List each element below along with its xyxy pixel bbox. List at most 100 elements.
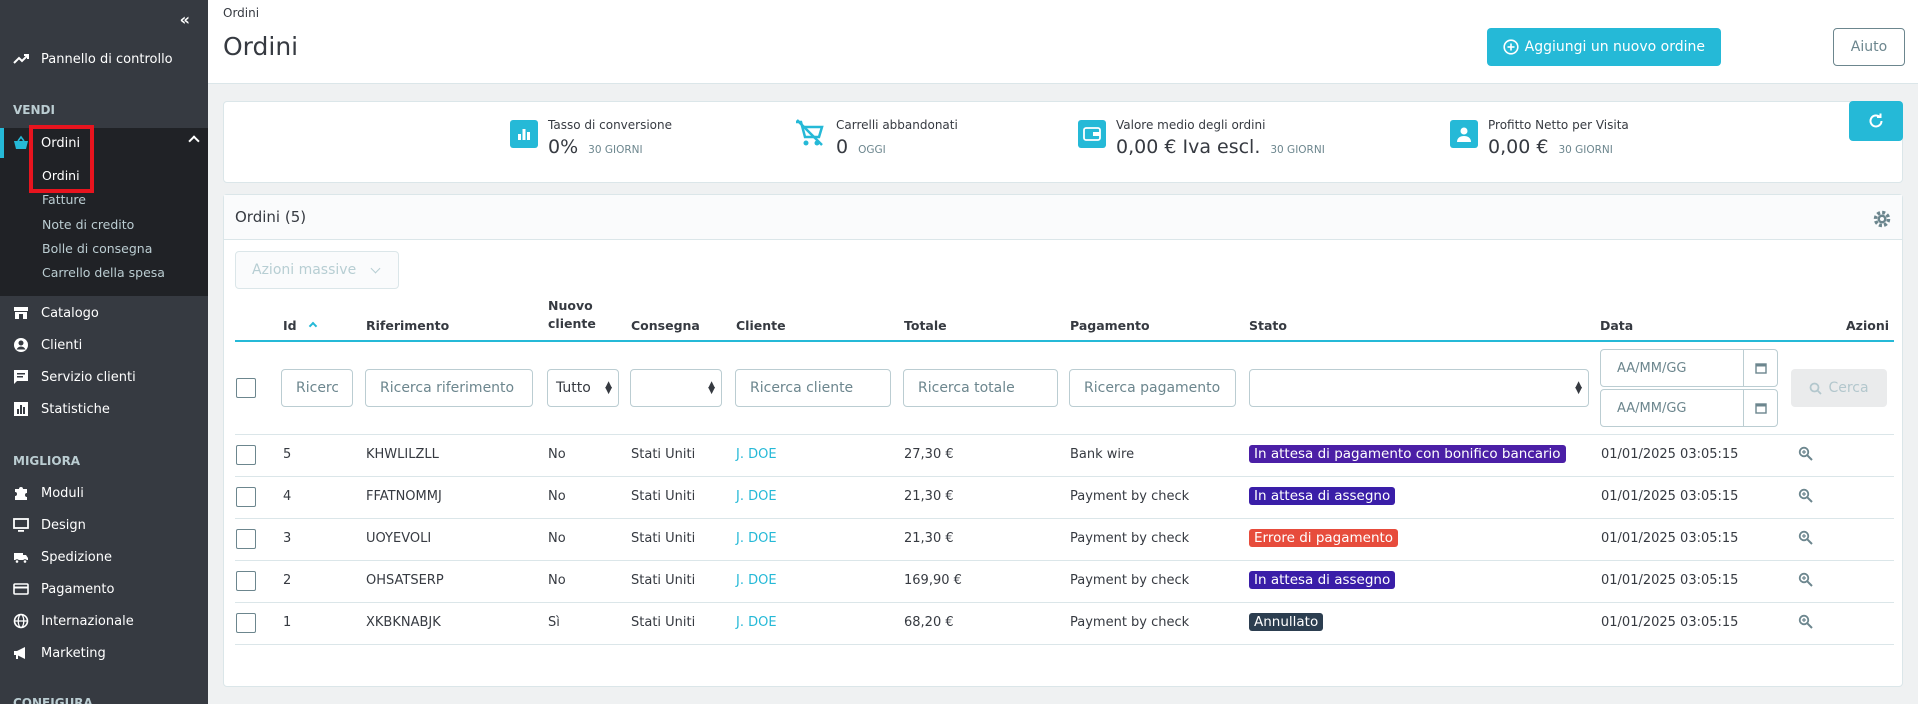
filter-new-customer-select[interactable]: Tutto ▲ ▼: [547, 369, 619, 407]
cell-delivery: Stati Uniti: [631, 615, 696, 630]
status-badge[interactable]: In attesa di pagamento con bonifico banc…: [1249, 445, 1566, 463]
row-checkbox[interactable]: [236, 529, 256, 549]
wallet-icon: [1078, 120, 1106, 148]
column-new-customer[interactable]: Nuovo cliente: [548, 298, 596, 331]
search-button[interactable]: Cerca: [1791, 369, 1887, 407]
refresh-icon: [1869, 113, 1883, 128]
column-date[interactable]: Data: [1600, 318, 1633, 333]
kpi-value: 0: [836, 136, 849, 158]
kpi-average-order-value[interactable]: Valore medio degli ordini 0,00 € Iva esc…: [1078, 118, 1325, 158]
select-all-checkbox[interactable]: [236, 378, 256, 398]
bulk-actions-label: Azioni massive: [252, 262, 357, 278]
sidebar-item-stats[interactable]: Statistiche: [0, 394, 208, 424]
sidebar-subitem-credit-notes[interactable]: Note di credito: [42, 217, 134, 232]
add-order-button[interactable]: Aggiungi un nuovo ordine: [1486, 28, 1721, 66]
status-badge[interactable]: Annullato: [1249, 613, 1324, 631]
cell-payment: Payment by check: [1070, 531, 1190, 546]
row-checkbox[interactable]: [236, 613, 256, 633]
sidebar-item-marketing[interactable]: Marketing: [0, 638, 208, 668]
collapse-sidebar-button[interactable]: «: [180, 10, 190, 29]
select-arrows-icon: ▲ ▼: [1575, 380, 1582, 396]
calendar-icon[interactable]: [1743, 350, 1777, 386]
cell-date: 01/01/2025 03:05:15: [1601, 531, 1739, 546]
filter-reference-input[interactable]: [365, 369, 533, 407]
sidebar-subitem-shopping-carts[interactable]: Carrello della spesa: [42, 265, 165, 280]
column-status[interactable]: Stato: [1249, 318, 1287, 333]
filter-status-select[interactable]: ▲ ▼: [1249, 369, 1589, 407]
cell-id: 1: [283, 615, 292, 630]
column-payment[interactable]: Pagamento: [1070, 318, 1150, 333]
kpi-conversion[interactable]: Tasso di conversione 0% 30 GIORNI: [510, 118, 672, 158]
sidebar-item-label: Spedizione: [41, 549, 112, 565]
sidebar-item-modules[interactable]: Moduli: [0, 478, 208, 508]
page-title: Ordini: [223, 32, 299, 61]
filter-id-input[interactable]: [281, 369, 353, 407]
store-icon: [14, 307, 28, 319]
filter-delivery-select[interactable]: ▲ ▼: [630, 369, 722, 407]
column-customer[interactable]: Cliente: [736, 318, 786, 333]
gear-icon[interactable]: [1872, 209, 1892, 229]
view-icon[interactable]: [1798, 530, 1814, 546]
sidebar-item-customer-service[interactable]: Servizio clienti: [0, 362, 208, 392]
filter-date-to[interactable]: AA/MM/GG: [1600, 389, 1778, 427]
cell-customer-link[interactable]: J. DOE: [736, 531, 777, 546]
kpi-abandoned-carts[interactable]: Carrelli abbandonati 0 OGGI: [792, 118, 958, 158]
status-badge[interactable]: In attesa di assegno: [1249, 571, 1396, 589]
sidebar-item-shipping[interactable]: Spedizione: [0, 542, 208, 572]
cart-off-icon: [792, 116, 826, 150]
kpi-row: Tasso di conversione 0% 30 GIORNI Carrell…: [223, 101, 1903, 183]
user-circle-icon: [14, 338, 28, 352]
row-checkbox[interactable]: [236, 487, 256, 507]
sidebar-subitem-delivery-slips[interactable]: Bolle di consegna: [42, 241, 152, 256]
status-badge[interactable]: Errore di pagamento: [1249, 529, 1399, 547]
column-delivery[interactable]: Consegna: [631, 318, 700, 333]
sidebar-item-design[interactable]: Design: [0, 510, 208, 540]
filter-payment-input[interactable]: [1069, 369, 1236, 407]
status-badge[interactable]: In attesa di assegno: [1249, 487, 1396, 505]
row-checkbox[interactable]: [236, 445, 256, 465]
view-icon[interactable]: [1798, 446, 1814, 462]
row-checkbox[interactable]: [236, 571, 256, 591]
cell-customer-link[interactable]: J. DOE: [736, 573, 777, 588]
column-id[interactable]: Id: [283, 318, 318, 333]
cell-customer-link[interactable]: J. DOE: [736, 447, 777, 462]
view-icon[interactable]: [1798, 614, 1814, 630]
sidebar-subitem-invoices[interactable]: Fatture: [42, 192, 86, 207]
cell-payment: Bank wire: [1070, 447, 1135, 462]
cell-new-customer: No: [548, 447, 566, 462]
column-reference[interactable]: Riferimento: [366, 318, 449, 333]
cell-payment: Payment by check: [1070, 573, 1190, 588]
kpi-value: 0,00 €: [1488, 136, 1549, 158]
filter-date-from[interactable]: AA/MM/GG: [1600, 349, 1778, 387]
refresh-kpi-button[interactable]: [1849, 101, 1903, 141]
breadcrumb[interactable]: Ordini: [223, 6, 259, 20]
sidebar-item-international[interactable]: Internazionale: [0, 606, 208, 636]
cell-date: 01/01/2025 03:05:15: [1601, 447, 1739, 462]
cell-customer-link[interactable]: J. DOE: [736, 489, 777, 504]
sidebar-item-customers[interactable]: Clienti: [0, 330, 208, 360]
calendar-icon[interactable]: [1743, 390, 1777, 426]
monitor-icon: [13, 518, 29, 532]
view-icon[interactable]: [1798, 488, 1814, 504]
puzzle-icon: [15, 487, 27, 500]
sidebar-item-dashboard[interactable]: Pannello di controllo: [0, 44, 208, 74]
sidebar-item-payment[interactable]: Pagamento: [0, 574, 208, 604]
row-divider: [235, 434, 1894, 435]
filter-total-input[interactable]: [903, 369, 1058, 407]
filter-customer-input[interactable]: [735, 369, 891, 407]
cell-delivery: Stati Uniti: [631, 489, 696, 504]
view-icon[interactable]: [1798, 572, 1814, 588]
active-indicator: [0, 128, 4, 158]
section-improve: MIGLIORA: [13, 454, 81, 468]
add-circle-icon: [1503, 39, 1519, 55]
column-total[interactable]: Totale: [904, 318, 947, 333]
bulk-actions-button[interactable]: Azioni massive: [235, 251, 399, 289]
sidebar: « Pannello di controllo VENDI Ordini Ord…: [0, 0, 208, 704]
help-button[interactable]: Aiuto: [1833, 28, 1905, 66]
cell-customer-link[interactable]: J. DOE: [736, 615, 777, 630]
kpi-net-profit-per-visit[interactable]: Profitto Netto per Visita 0,00 € 30 GIORN…: [1450, 118, 1629, 158]
cell-id: 2: [283, 573, 292, 588]
sidebar-item-catalog[interactable]: Catalogo: [0, 298, 208, 328]
sidebar-item-label: Servizio clienti: [41, 369, 136, 385]
cell-date: 01/01/2025 03:05:15: [1601, 489, 1739, 504]
